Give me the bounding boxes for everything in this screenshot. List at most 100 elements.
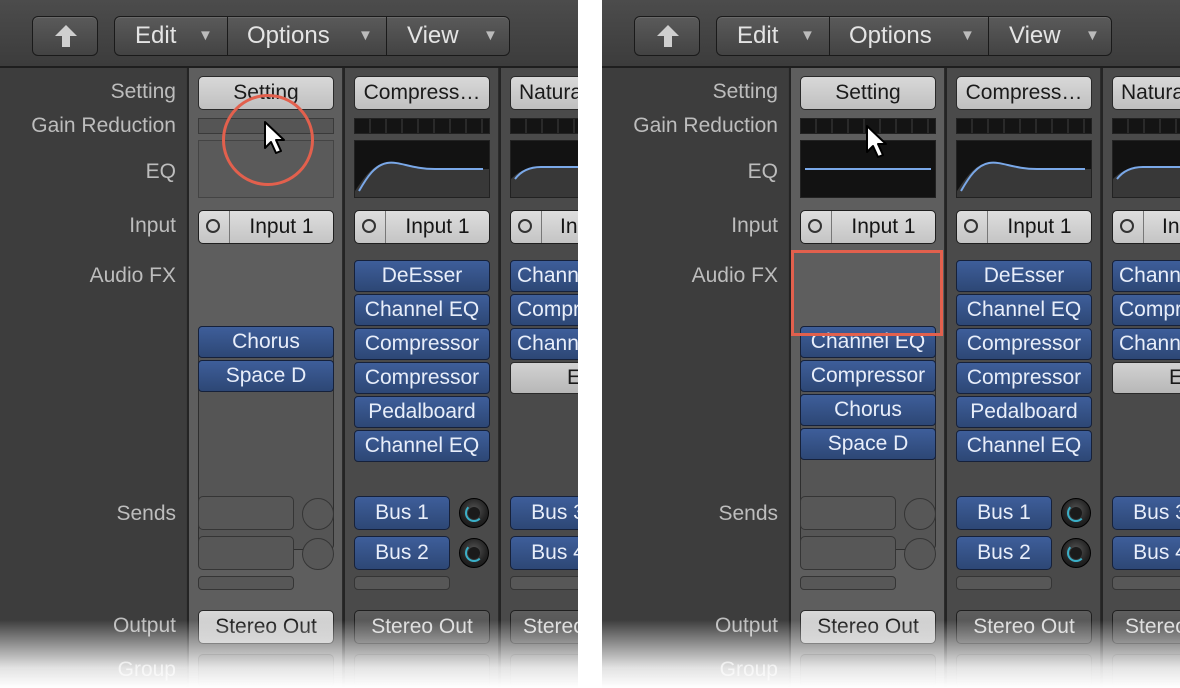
send-slot[interactable]: [198, 536, 294, 570]
send-bus-1[interactable]: Bus 1: [354, 496, 450, 530]
setting-button[interactable]: Compress…: [956, 76, 1092, 110]
channel-strip-2[interactable]: Compress… Input 1 DeEsser Channel EQ Com…: [343, 68, 499, 688]
send-bus-3[interactable]: Bus 3: [510, 496, 578, 530]
group-slot[interactable]: [956, 654, 1092, 688]
send-level-knob[interactable]: [302, 498, 334, 530]
send-bus-2[interactable]: Bus 2: [956, 536, 1052, 570]
channel-strip-1[interactable]: Setting Input 1 Channel EQ Compressor Ch…: [789, 68, 945, 688]
mono-stereo-icon[interactable]: [964, 219, 978, 233]
plugin-slot-compressor[interactable]: Compr: [1112, 294, 1180, 326]
plugin-slot-compressor[interactable]: Compressor: [800, 360, 936, 392]
output-button[interactable]: Stereo Out: [800, 610, 936, 644]
plugin-slot-echo[interactable]: Ec: [1112, 362, 1180, 394]
up-level-button[interactable]: [32, 16, 98, 56]
plugin-slot-echo[interactable]: Ec: [510, 362, 578, 394]
output-button[interactable]: Stereo Out: [354, 610, 490, 644]
plugin-slot-compressor[interactable]: Compressor: [956, 362, 1092, 394]
output-button[interactable]: Stereo Out: [198, 610, 334, 644]
plugin-slot-channel-eq[interactable]: Chann: [1112, 260, 1180, 292]
send-slot-empty[interactable]: [956, 576, 1052, 590]
send-bus-1[interactable]: Bus 1: [956, 496, 1052, 530]
group-slot[interactable]: [1112, 654, 1180, 688]
send-slot[interactable]: [198, 496, 294, 530]
channel-strip-3[interactable]: Natura In Chann Compr Chann Ec Bus 3 Bus…: [1101, 68, 1180, 688]
setting-button[interactable]: Setting: [800, 76, 936, 110]
output-button[interactable]: Stereo Out: [956, 610, 1092, 644]
eq-thumbnail[interactable]: [510, 140, 578, 198]
plugin-slot-space-d[interactable]: Space D: [800, 428, 936, 460]
send-slot-empty[interactable]: [354, 576, 450, 590]
mono-stereo-icon[interactable]: [518, 219, 532, 233]
mono-stereo-icon[interactable]: [206, 219, 220, 233]
send-slot[interactable]: [800, 496, 896, 530]
send-level-knob[interactable]: [459, 538, 489, 568]
plugin-slot-compressor[interactable]: Compressor: [354, 362, 490, 394]
group-slot[interactable]: [198, 654, 334, 688]
mono-stereo-icon[interactable]: [362, 219, 376, 233]
send-bus-2[interactable]: Bus 2: [354, 536, 450, 570]
view-menu[interactable]: View ▼: [387, 17, 509, 55]
group-slot[interactable]: [354, 654, 490, 688]
send-level-knob[interactable]: [459, 498, 489, 528]
plugin-slot-pedalboard[interactable]: Pedalboard: [354, 396, 490, 428]
send-level-knob[interactable]: [904, 498, 936, 530]
eq-thumbnail[interactable]: [1112, 140, 1180, 198]
options-menu[interactable]: Options ▼: [228, 17, 386, 55]
input-slot[interactable]: In: [510, 210, 578, 244]
output-button[interactable]: Stereo: [1112, 610, 1180, 644]
channel-strip-3[interactable]: Natura In Chann Compr Chann Ec Bus 3 Bus…: [499, 68, 578, 688]
send-slot[interactable]: [800, 536, 896, 570]
send-level-knob[interactable]: [904, 538, 936, 570]
plugin-slot-compressor[interactable]: Compressor: [354, 328, 490, 360]
send-slot-empty[interactable]: [800, 576, 896, 590]
plugin-slot-compressor[interactable]: Compr: [510, 294, 578, 326]
input-slot[interactable]: Input 1: [956, 210, 1092, 244]
plugin-slot-chorus[interactable]: Chorus: [198, 326, 334, 358]
send-level-knob[interactable]: [1061, 538, 1091, 568]
send-slot-empty[interactable]: [510, 576, 578, 590]
plugin-slot-deesser[interactable]: DeEsser: [354, 260, 490, 292]
send-level-knob[interactable]: [302, 538, 334, 570]
plugin-slot-channel-eq[interactable]: Channel EQ: [956, 430, 1092, 462]
setting-button[interactable]: Natura: [510, 76, 578, 110]
input-slot[interactable]: Input 1: [354, 210, 490, 244]
setting-button[interactable]: Compress…: [354, 76, 490, 110]
edit-menu[interactable]: Edit ▼: [115, 17, 227, 55]
input-slot[interactable]: Input 1: [198, 210, 334, 244]
row-label-column: Setting Gain Reduction EQ Input Audio FX…: [0, 68, 186, 688]
send-level-knob[interactable]: [1061, 498, 1091, 528]
input-slot[interactable]: In: [1112, 210, 1180, 244]
setting-button[interactable]: Natura: [1112, 76, 1180, 110]
plugin-slot-space-d[interactable]: Space D: [198, 360, 334, 392]
plugin-slot-channel-eq[interactable]: Channel EQ: [956, 294, 1092, 326]
send-bus-3[interactable]: Bus 3: [1112, 496, 1180, 530]
plugin-slot-chorus[interactable]: Chorus: [800, 394, 936, 426]
toolbar-menu-group: Edit ▼ Options ▼ View ▼: [114, 16, 510, 56]
view-menu[interactable]: View ▼: [989, 17, 1111, 55]
group-slot[interactable]: [800, 654, 936, 688]
plugin-slot-pedalboard[interactable]: Pedalboard: [956, 396, 1092, 428]
send-bus-4[interactable]: Bus 4: [510, 536, 578, 570]
send-slot-empty[interactable]: [198, 576, 294, 590]
options-menu[interactable]: Options ▼: [830, 17, 988, 55]
plugin-slot-channel-eq[interactable]: Channel EQ: [354, 294, 490, 326]
plugin-slot-channel-eq[interactable]: Chann: [510, 328, 578, 360]
output-button[interactable]: Stereo: [510, 610, 578, 644]
up-level-button[interactable]: [634, 16, 700, 56]
send-bus-4[interactable]: Bus 4: [1112, 536, 1180, 570]
group-slot[interactable]: [510, 654, 578, 688]
mono-stereo-icon[interactable]: [808, 219, 822, 233]
plugin-slot-channel-eq[interactable]: Chann: [1112, 328, 1180, 360]
send-slot-empty[interactable]: [1112, 576, 1180, 590]
plugin-slot-channel-eq[interactable]: Channel EQ: [354, 430, 490, 462]
mono-stereo-icon[interactable]: [1120, 219, 1134, 233]
eq-thumbnail[interactable]: [956, 140, 1092, 198]
edit-menu[interactable]: Edit ▼: [717, 17, 829, 55]
channel-strip-2[interactable]: Compress… Input 1 DeEsser Channel EQ Com…: [945, 68, 1101, 688]
plugin-slot-channel-eq[interactable]: Chann: [510, 260, 578, 292]
callout-highlight-rect: [791, 250, 943, 336]
eq-thumbnail[interactable]: [354, 140, 490, 198]
input-slot[interactable]: Input 1: [800, 210, 936, 244]
plugin-slot-compressor[interactable]: Compressor: [956, 328, 1092, 360]
plugin-slot-deesser[interactable]: DeEsser: [956, 260, 1092, 292]
